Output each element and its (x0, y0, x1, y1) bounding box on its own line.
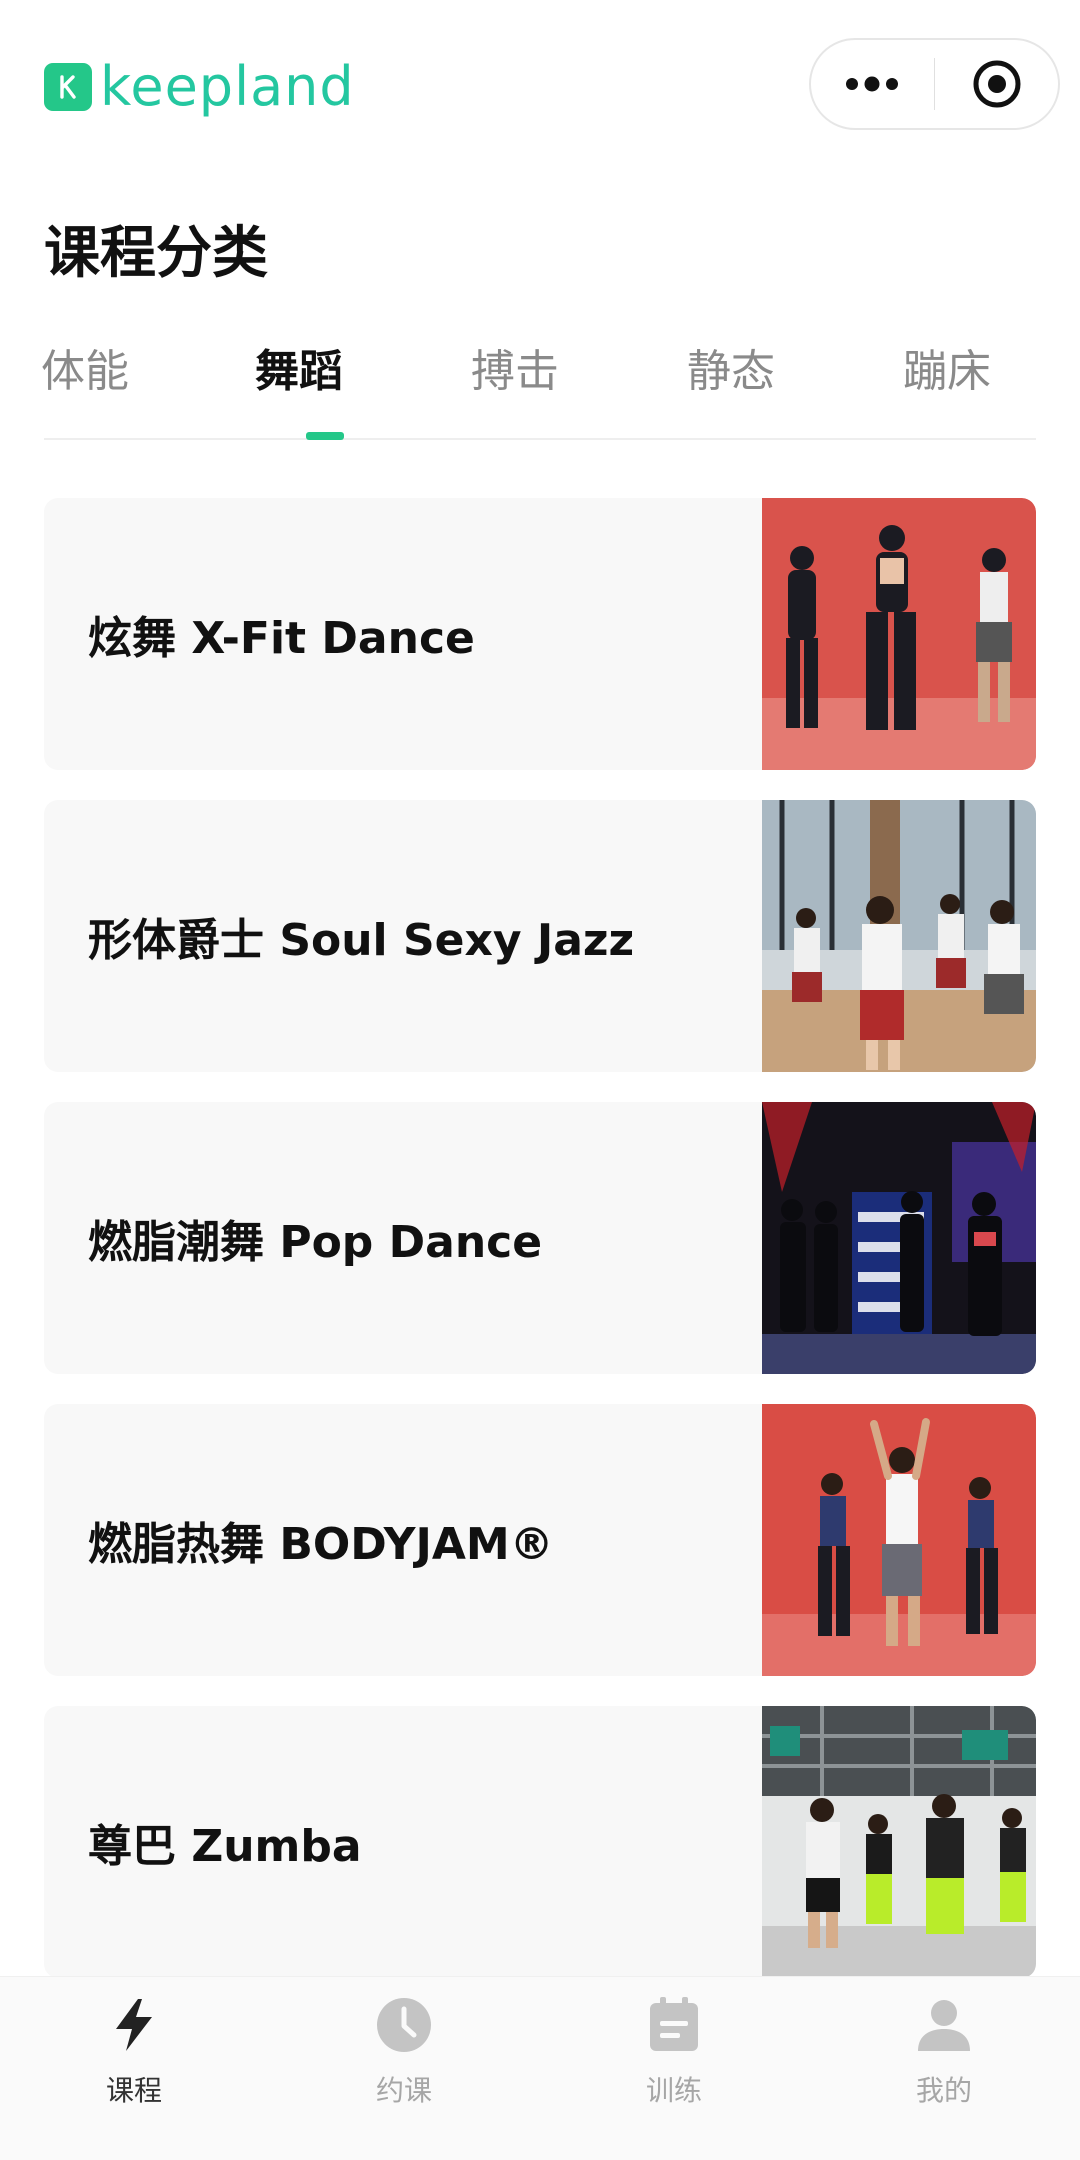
course-image (762, 498, 1036, 770)
target-circle-icon[interactable] (935, 40, 1058, 128)
keepland-logo: keepland (44, 60, 355, 114)
page-title: 课程分类 (44, 221, 268, 286)
nav-label: 课程 (105, 2074, 162, 2107)
mini-program-capsule (809, 38, 1060, 130)
nav-label: 我的 (915, 2074, 972, 2107)
tab-combat[interactable]: 搏击 (430, 336, 600, 416)
active-tab-indicator (306, 432, 344, 440)
logo-text: keepland (100, 55, 355, 118)
course-card[interactable]: 炫舞 X-Fit Dance (44, 498, 1036, 770)
course-card[interactable]: 燃脂潮舞 Pop Dance (44, 1102, 1036, 1374)
more-dots-icon[interactable] (811, 40, 934, 128)
nav-label: 约课 (375, 2074, 432, 2107)
course-card[interactable]: 燃脂热舞 BODYJAM® (44, 1404, 1036, 1676)
course-image (762, 1102, 1036, 1374)
tab-dance[interactable]: 舞蹈 (214, 336, 384, 416)
logo-k-icon (44, 63, 92, 111)
course-image (762, 1404, 1036, 1676)
nav-training[interactable]: 训练 (574, 1995, 774, 2109)
category-tabs: 体能 舞蹈 搏击 静态 蹦床 (41, 336, 1036, 440)
nav-courses[interactable]: 课程 (34, 1995, 234, 2109)
nav-profile[interactable]: 我的 (844, 1995, 1044, 2109)
course-image (762, 800, 1036, 1072)
tab-trampoline[interactable]: 蹦床 (862, 336, 1032, 416)
app-header: keepland (0, 0, 1080, 170)
lightning-icon (116, 1999, 152, 2051)
course-title: 形体爵士 Soul Sexy Jazz (88, 915, 635, 966)
course-title: 尊巴 Zumba (88, 1821, 362, 1872)
clock-icon (377, 1998, 431, 2052)
nav-booking[interactable]: 约课 (304, 1995, 504, 2109)
tab-physical[interactable]: 体能 (0, 336, 170, 416)
course-title: 燃脂热舞 BODYJAM® (88, 1519, 554, 1570)
bottom-tab-bar: 课程 约课 训练 我的 (0, 1976, 1080, 2160)
calendar-note-icon (650, 1997, 698, 2051)
course-image (762, 1706, 1036, 1978)
course-title: 燃脂潮舞 Pop Dance (88, 1217, 543, 1268)
course-card[interactable]: 尊巴 Zumba (44, 1706, 1036, 1978)
tab-static[interactable]: 静态 (646, 336, 816, 416)
user-icon (918, 2000, 970, 2051)
course-title: 炫舞 X-Fit Dance (88, 613, 475, 664)
nav-label: 训练 (645, 2074, 702, 2107)
course-card[interactable]: 形体爵士 Soul Sexy Jazz (44, 800, 1036, 1072)
